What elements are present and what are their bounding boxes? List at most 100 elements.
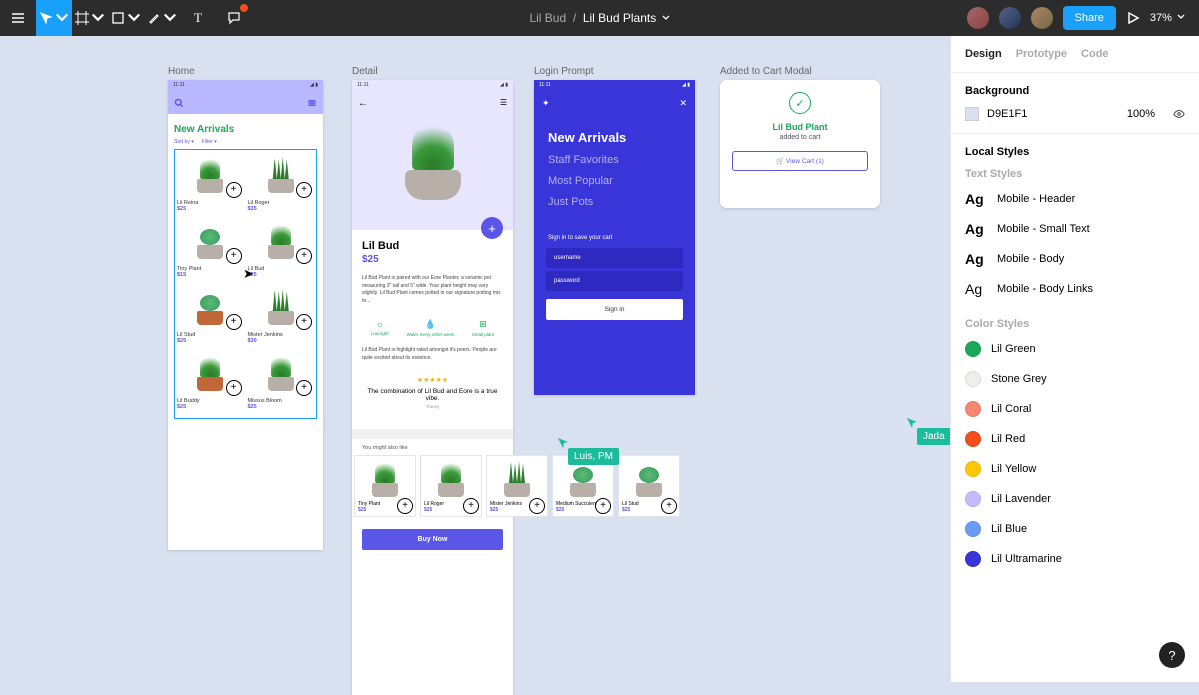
zoom-level[interactable]: 37% (1150, 12, 1185, 24)
document-title[interactable]: Lil Bud / Lil Bud Plants (529, 11, 669, 25)
avatar-user-1[interactable] (967, 7, 989, 29)
frame-tool[interactable] (72, 0, 108, 36)
text-tool[interactable]: T (180, 0, 216, 36)
cursor-self: ➤ (243, 266, 254, 282)
pen-tool[interactable] (144, 0, 180, 36)
product-price: $25 (177, 338, 244, 344)
product-card[interactable]: + Lil Buddy $25 (177, 350, 244, 410)
frame-detail[interactable]: 11:11◢ ▮ ← ☰ + Lil Bud $25 Lil Bud Plant… (352, 80, 513, 695)
add-icon[interactable]: + (463, 498, 479, 514)
filter-dropdown[interactable]: Filter ▾ (202, 139, 217, 145)
frame-label-cart[interactable]: Added to Cart Modal (720, 66, 812, 77)
color-style-row[interactable]: Lil Red (965, 424, 1185, 454)
color-style-row[interactable]: Lil Blue (965, 514, 1185, 544)
add-icon[interactable]: + (397, 498, 413, 514)
add-icon[interactable]: + (226, 380, 242, 396)
menu-icon[interactable]: ☰ (500, 98, 507, 107)
buy-button[interactable]: Buy Now (362, 529, 503, 550)
suggestion-card[interactable]: + Mister Jenkins$25 (486, 455, 548, 517)
background-opacity[interactable]: 100% (1127, 108, 1155, 120)
suggestion-card[interactable]: + Lil Roger$25 (420, 455, 482, 517)
sort-dropdown[interactable]: Sort by ▾ (174, 139, 194, 145)
product-price: $25 (177, 404, 244, 410)
product-card[interactable]: + Mister Jenkins $30 (248, 284, 315, 344)
product-price: $30 (248, 338, 315, 344)
product-price: $15 (177, 272, 244, 278)
view-cart-button[interactable]: 🛒 View Cart (1) (732, 151, 868, 171)
add-icon[interactable]: + (661, 498, 677, 514)
frame-home[interactable]: 11:11◢ ▮ New Arrivals Sort by ▾ Filter ▾… (168, 80, 323, 550)
frame-label-home[interactable]: Home (168, 66, 195, 77)
text-style-row[interactable]: AgMobile - Body (965, 244, 1185, 274)
add-icon[interactable]: + (226, 248, 242, 264)
avatar-user-3[interactable] (1031, 7, 1053, 29)
sparkle-icon: ✦ (542, 98, 550, 109)
product-card[interactable]: + Lil Roger $35 (248, 152, 315, 212)
username-field[interactable]: username (546, 248, 683, 268)
color-style-row[interactable]: Lil Coral (965, 394, 1185, 424)
color-style-row[interactable]: Lil Yellow (965, 454, 1185, 484)
add-icon[interactable]: + (529, 498, 545, 514)
color-style-row[interactable]: Lil Ultramarine (965, 544, 1185, 574)
background-swatch[interactable] (965, 107, 979, 121)
tab-design[interactable]: Design (965, 48, 1002, 60)
close-icon[interactable]: ✕ (679, 98, 687, 109)
nav-item[interactable]: Just Pots (548, 196, 681, 208)
add-icon[interactable]: + (226, 314, 242, 330)
product-card[interactable]: + Lil Bud $25 (248, 218, 315, 278)
add-icon[interactable]: + (296, 248, 312, 264)
add-icon[interactable]: + (595, 498, 611, 514)
product-card[interactable]: + Missus Bloom $25 (248, 350, 315, 410)
move-tool[interactable] (36, 0, 72, 36)
add-fab[interactable]: + (481, 217, 503, 239)
shape-tool[interactable] (108, 0, 144, 36)
tab-code[interactable]: Code (1081, 48, 1109, 60)
checkmark-icon: ✓ (789, 92, 811, 114)
search-icon (174, 98, 184, 108)
share-button[interactable]: Share (1063, 6, 1116, 30)
add-icon[interactable]: + (226, 182, 242, 198)
main-menu-button[interactable] (0, 0, 36, 36)
tab-prototype[interactable]: Prototype (1016, 48, 1067, 60)
product-grid-selection[interactable]: + Lil Reina $25 + Lil Roger $35 + Tiny P… (174, 149, 317, 419)
product-card[interactable]: + Lil Stud $25 (177, 284, 244, 344)
background-hex[interactable]: D9E1F1 (987, 108, 1027, 120)
cart-title: Lil Bud Plant (732, 122, 868, 132)
frame-label-detail[interactable]: Detail (352, 66, 378, 77)
text-style-row[interactable]: AgMobile - Small Text (965, 214, 1185, 244)
help-button[interactable]: ? (1159, 642, 1185, 668)
text-style-row[interactable]: AgMobile - Header (965, 184, 1185, 214)
section-title: New Arrivals (174, 124, 317, 135)
suggestion-card[interactable]: + Lil Stud$25 (618, 455, 680, 517)
comment-tool[interactable] (216, 0, 252, 36)
add-icon[interactable]: + (296, 380, 312, 396)
notification-dot (240, 4, 248, 12)
color-style-row[interactable]: Stone Grey (965, 364, 1185, 394)
frame-login[interactable]: 11:11◢ ▮ ✦✕ New ArrivalsStaff FavoritesM… (534, 80, 695, 395)
suggest-title: You might also like (352, 445, 513, 455)
color-style-row[interactable]: Lil Lavender (965, 484, 1185, 514)
top-toolbar: T Lil Bud / Lil Bud Plants Share 37% (0, 0, 1199, 36)
frame-label-login[interactable]: Login Prompt (534, 66, 593, 77)
back-arrow-icon[interactable]: ← (358, 98, 368, 109)
password-field[interactable]: password (546, 271, 683, 291)
add-icon[interactable]: + (296, 314, 312, 330)
add-icon[interactable]: + (296, 182, 312, 198)
present-icon[interactable] (1126, 11, 1140, 25)
product-price: $25 (177, 206, 244, 212)
frame-cart[interactable]: ✓ Lil Bud Plant added to cart 🛒 View Car… (720, 80, 880, 208)
text-style-row[interactable]: AgMobile - Body Links (965, 274, 1185, 304)
visibility-icon[interactable] (1173, 108, 1185, 120)
canvas[interactable]: Home 11:11◢ ▮ New Arrivals Sort by ▾ Fil… (0, 36, 950, 682)
product-card[interactable]: + Tiny Plant $15 (177, 218, 244, 278)
signin-button[interactable]: Sign in (546, 299, 683, 320)
nav-item[interactable]: New Arrivals (548, 130, 681, 145)
product-price: $35 (248, 206, 315, 212)
nav-item[interactable]: Staff Favorites (548, 154, 681, 166)
color-style-row[interactable]: Lil Green (965, 334, 1185, 364)
product-card[interactable]: + Lil Reina $25 (177, 152, 244, 212)
suggestion-card[interactable]: + Tiny Plant$25 (354, 455, 416, 517)
nav-item[interactable]: Most Popular (548, 175, 681, 187)
avatar-user-2[interactable] (999, 7, 1021, 29)
background-section-title: Background (965, 85, 1185, 97)
